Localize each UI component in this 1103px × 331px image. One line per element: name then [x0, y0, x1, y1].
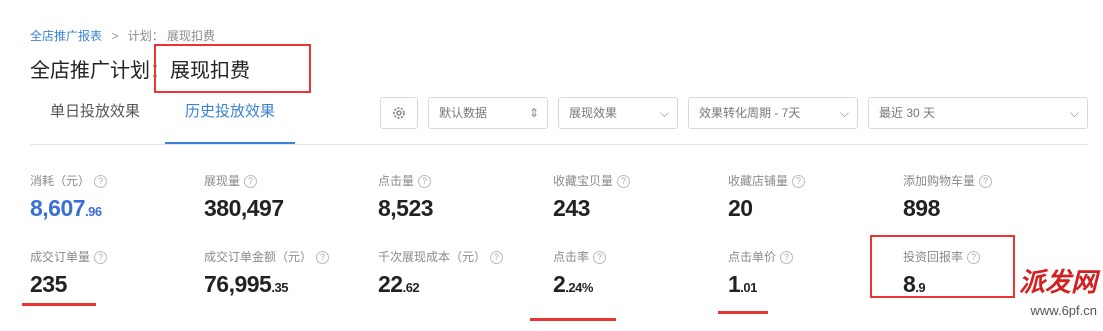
metric-label: 收藏宝贝量 — [553, 174, 614, 188]
date-range-select-value: 最近 30 天 — [879, 106, 936, 120]
watermark: 派发网 www.6pf.cn — [1019, 262, 1097, 318]
metric-label: 消耗（元） — [30, 174, 91, 188]
metric-value: 235 — [30, 271, 107, 298]
help-icon[interactable]: ? — [316, 251, 330, 265]
metric-clicks: 点击量? 8,523 — [378, 172, 434, 222]
conversion-cycle-select[interactable]: 效果转化周期 - 7天 ⌵ — [688, 97, 858, 129]
metric-value-dec: .62 — [402, 280, 420, 295]
metric-label: 点击率 — [553, 250, 590, 264]
metric-value: 22.62 — [378, 271, 503, 298]
chevron-down-icon: ⌵ — [1069, 106, 1079, 120]
metric-value-dec: .35 — [271, 280, 288, 295]
metric-value-int: 1 — [728, 271, 741, 297]
metric-value: 243 — [553, 195, 630, 222]
highlight-underline-cpc — [718, 311, 768, 314]
tab-daily-effect[interactable]: 单日投放效果 — [30, 92, 160, 144]
metric-item-favorites: 收藏宝贝量? 243 — [553, 172, 631, 222]
watermark-url: www.6pf.cn — [1030, 303, 1097, 318]
updown-icon: ⇕ — [528, 106, 539, 120]
help-icon[interactable]: ? — [418, 175, 432, 189]
metric-value: 380,497 — [204, 195, 284, 222]
metric-value-dec: .96 — [85, 204, 102, 219]
metric-label: 点击单价 — [728, 250, 777, 264]
metric-value-int: 380,497 — [204, 195, 284, 221]
highlight-box-roi — [870, 235, 1015, 298]
help-icon[interactable]: ? — [792, 175, 806, 189]
effect-type-select[interactable]: 展现效果 ⌵ — [558, 97, 678, 129]
metric-add-to-cart: 添加购物车量? 898 — [903, 172, 993, 222]
metric-label: 千次展现成本（元） — [378, 250, 487, 264]
metric-cpm: 千次展现成本（元）? 22.62 — [378, 248, 504, 298]
metric-value: 2.24% — [553, 271, 606, 298]
metric-value-int: 22 — [378, 271, 403, 297]
metric-impressions: 展现量? 380,497 — [204, 172, 284, 222]
help-icon[interactable]: ? — [94, 251, 108, 265]
help-icon[interactable]: ? — [94, 175, 108, 189]
highlight-underline-ctr — [530, 318, 616, 321]
metric-value-int: 20 — [728, 195, 753, 221]
help-icon[interactable]: ? — [593, 251, 607, 265]
metric-value-int: 2 — [553, 271, 566, 297]
tab-history-effect[interactable]: 历史投放效果 — [165, 92, 296, 144]
metric-cost: 消耗（元）? 8,607.96 — [30, 172, 108, 222]
metric-label: 点击量 — [378, 174, 415, 188]
breadcrumb-current: 计划： 展现扣费 — [127, 29, 216, 43]
date-range-select[interactable]: 最近 30 天 ⌵ — [868, 97, 1088, 129]
metric-shop-favorites: 收藏店铺量? 20 — [728, 172, 806, 222]
page-title-prefix: 全店推广计划： — [30, 60, 170, 82]
metric-value: 898 — [903, 195, 992, 222]
chevron-down-icon: ⌵ — [839, 106, 849, 120]
settings-button[interactable] — [380, 97, 418, 129]
metric-label: 展现量 — [204, 174, 241, 188]
metric-value: 76,995.35 — [204, 271, 329, 298]
gear-icon — [393, 107, 405, 119]
metric-orders: 成交订单量? 235 — [30, 248, 108, 298]
help-icon[interactable]: ? — [244, 175, 258, 189]
conversion-cycle-select-value: 效果转化周期 - 7天 — [699, 106, 801, 120]
metric-value: 20 — [728, 195, 805, 222]
metric-cpc: 点击单价? 1.01 — [728, 248, 794, 298]
metric-value-int: 76,995 — [204, 271, 272, 297]
chevron-down-icon: ⌵ — [659, 106, 669, 120]
metric-value-int: 898 — [903, 195, 940, 221]
data-select[interactable]: 默认数据 ⇕ — [428, 97, 548, 129]
help-icon[interactable]: ? — [780, 251, 794, 265]
metric-value-int: 8,607 — [30, 195, 86, 221]
metric-label: 成交订单金额（元） — [204, 250, 313, 264]
breadcrumb: 全店推广报表 > 计划： 展现扣费 — [30, 27, 215, 44]
metric-value-int: 235 — [30, 271, 67, 297]
metric-value-dec: .01 — [740, 280, 757, 295]
breadcrumb-separator: > — [111, 29, 119, 43]
metric-value-int: 243 — [553, 195, 590, 221]
help-icon[interactable]: ? — [617, 175, 631, 189]
metric-ctr: 点击率? 2.24% — [553, 248, 607, 298]
help-icon[interactable]: ? — [979, 175, 993, 189]
metric-value-dec: .24% — [565, 280, 593, 295]
metric-value: 1.01 — [728, 271, 793, 298]
watermark-logo-text: 派发网 — [1018, 267, 1097, 297]
effect-type-select-value: 展现效果 — [569, 106, 618, 120]
metric-value: 8,523 — [378, 195, 434, 222]
highlight-underline-orders — [22, 303, 96, 306]
data-select-value: 默认数据 — [439, 106, 488, 120]
metric-value: 8,607.96 — [30, 195, 107, 222]
metric-order-amount: 成交订单金额（元）? 76,995.35 — [204, 248, 330, 298]
metric-value-int: 8,523 — [378, 195, 434, 221]
metric-label: 收藏店铺量 — [728, 174, 789, 188]
help-icon[interactable]: ? — [490, 251, 504, 265]
metric-label: 成交订单量 — [30, 250, 91, 264]
metric-label: 添加购物车量 — [903, 174, 976, 188]
highlight-box-title — [154, 44, 311, 93]
breadcrumb-root-link[interactable]: 全店推广报表 — [30, 29, 102, 43]
